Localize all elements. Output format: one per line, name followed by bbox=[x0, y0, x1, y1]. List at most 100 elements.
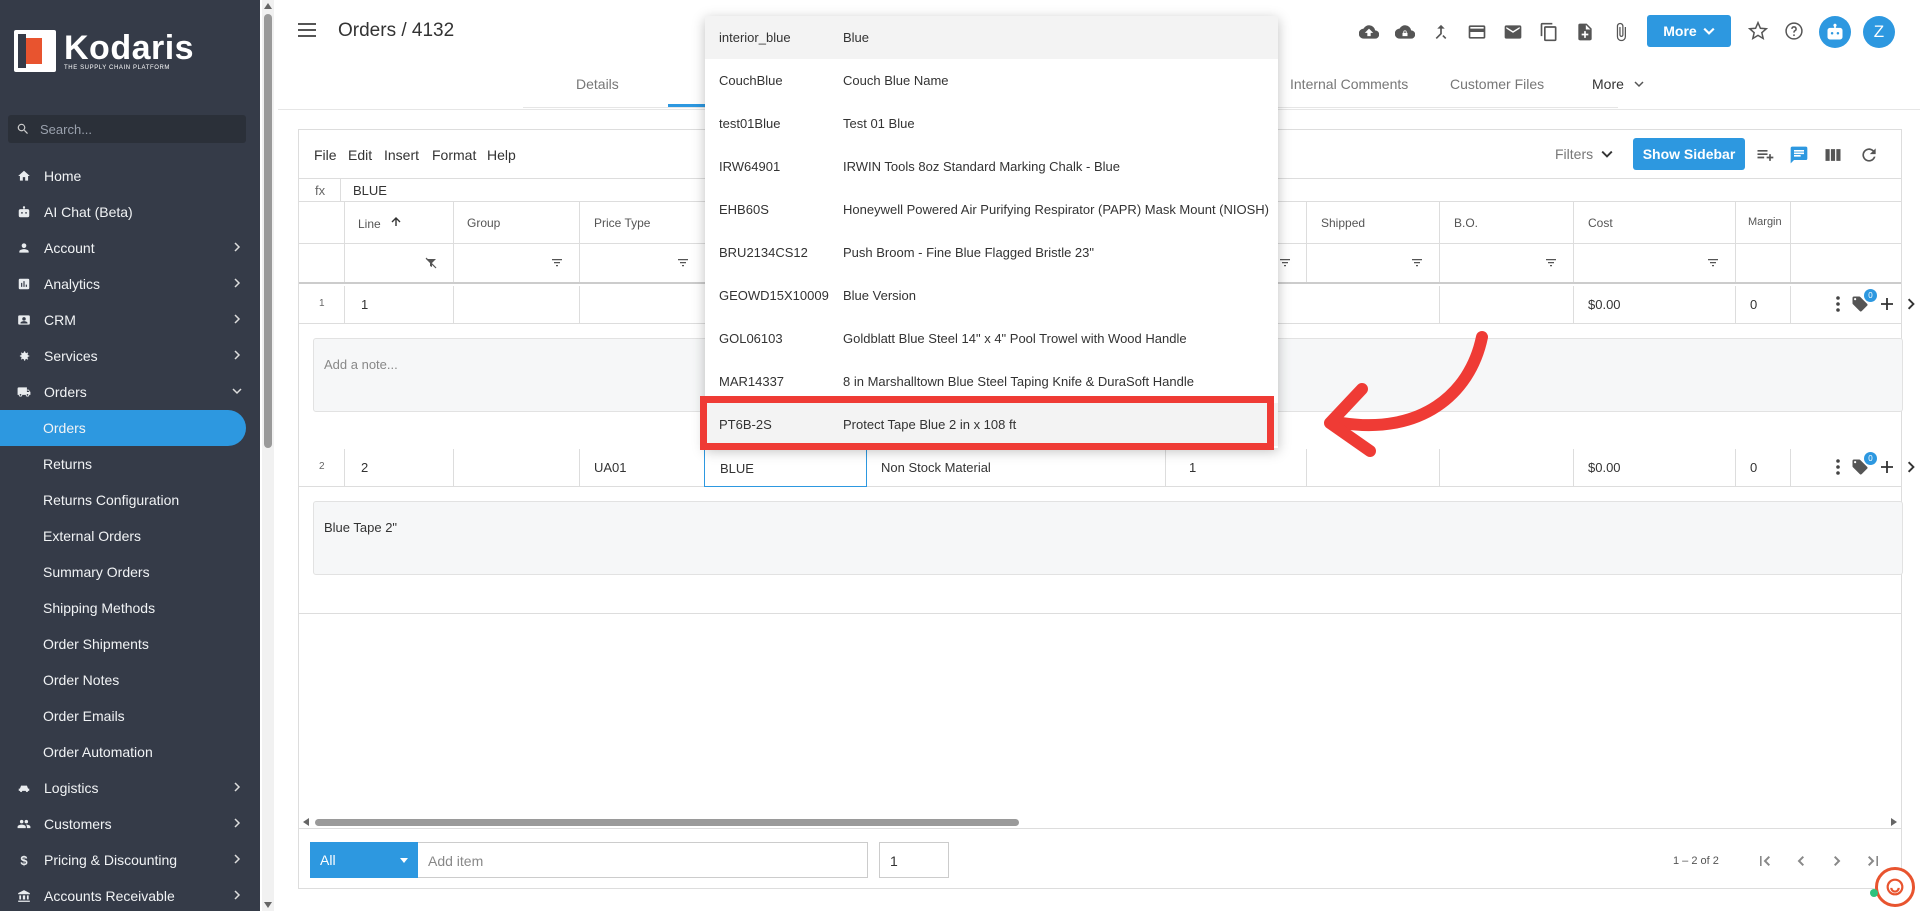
sidebar-item-account[interactable]: Account bbox=[0, 230, 260, 266]
new-document-icon[interactable] bbox=[1573, 20, 1596, 43]
scroll-right-arrow-icon[interactable] bbox=[1891, 818, 1897, 826]
menu-insert[interactable]: Insert bbox=[384, 147, 419, 163]
formula-value[interactable]: BLUE bbox=[353, 183, 387, 198]
sidebar-item-logistics[interactable]: Logistics bbox=[0, 770, 260, 806]
filter-icon[interactable] bbox=[1707, 257, 1719, 269]
tab-details[interactable]: Details bbox=[576, 76, 619, 92]
sidebar-item-home[interactable]: Home bbox=[0, 158, 260, 194]
dropdown-option[interactable]: interior_blue Blue bbox=[705, 16, 1278, 59]
tab-more[interactable]: More bbox=[1592, 76, 1644, 92]
sidebar-item-services[interactable]: Services bbox=[0, 338, 260, 374]
sidebar-item-accounts-receivable[interactable]: Accounts Receivable bbox=[0, 878, 260, 911]
more-actions-button[interactable]: More bbox=[1647, 15, 1731, 47]
support-chat-icon[interactable] bbox=[1875, 867, 1915, 907]
more-vertical-icon[interactable] bbox=[1835, 296, 1841, 312]
column-header-shipped[interactable]: Shipped bbox=[1321, 216, 1365, 230]
show-sidebar-button[interactable]: Show Sidebar bbox=[1633, 138, 1745, 170]
plus-icon[interactable] bbox=[1879, 296, 1895, 312]
row-note-input[interactable]: Blue Tape 2" bbox=[313, 501, 1903, 575]
filter-icon[interactable] bbox=[1545, 257, 1557, 269]
sidebar-subitem-order-notes[interactable]: Order Notes bbox=[0, 662, 260, 698]
scrollbar-thumb[interactable] bbox=[315, 819, 1019, 826]
filter-icon[interactable] bbox=[551, 257, 563, 269]
scroll-down-arrow-icon[interactable] bbox=[264, 902, 272, 908]
scrollbar-thumb[interactable] bbox=[264, 14, 272, 448]
chevron-right-icon[interactable] bbox=[1905, 298, 1917, 310]
sidebar-subitem-shipping-methods[interactable]: Shipping Methods bbox=[0, 590, 260, 626]
cell-line[interactable]: 2 bbox=[361, 460, 368, 475]
sidebar-subitem-returns[interactable]: Returns bbox=[0, 446, 260, 482]
dropdown-option[interactable]: GOL06103 Goldblatt Blue Steel 14" x 4" Po… bbox=[705, 317, 1278, 360]
cell-quantity[interactable]: 1 bbox=[1189, 460, 1196, 475]
sidebar-item-ai-chat[interactable]: AI Chat (Beta) bbox=[0, 194, 260, 230]
column-header-margin[interactable]: Margin bbox=[1748, 216, 1782, 228]
copy-icon[interactable] bbox=[1537, 20, 1560, 43]
scroll-up-arrow-icon[interactable] bbox=[264, 3, 272, 9]
add-item-input[interactable]: Add item bbox=[418, 842, 868, 878]
menu-file[interactable]: File bbox=[314, 147, 337, 163]
menu-edit[interactable]: Edit bbox=[348, 147, 372, 163]
cloud-upload-icon[interactable] bbox=[1357, 20, 1380, 43]
last-page-icon[interactable] bbox=[1865, 853, 1881, 869]
sidebar-subitem-external-orders[interactable]: External Orders bbox=[0, 518, 260, 554]
kodaris-logo[interactable]: Kodaris THE SUPPLY CHAIN PLATFORM bbox=[14, 30, 194, 72]
sidebar-subitem-order-shipments[interactable]: Order Shipments bbox=[0, 626, 260, 662]
filters-dropdown[interactable]: Filters bbox=[1555, 146, 1613, 162]
sidebar-subitem-returns-configuration[interactable]: Returns Configuration bbox=[0, 482, 260, 518]
plus-icon[interactable] bbox=[1879, 459, 1895, 475]
column-header-cost[interactable]: Cost bbox=[1588, 216, 1613, 230]
sidebar-subitem-orders[interactable]: Orders bbox=[0, 410, 246, 446]
merge-icon[interactable] bbox=[1429, 20, 1452, 43]
sidebar-item-orders[interactable]: Orders bbox=[0, 374, 260, 410]
email-icon[interactable] bbox=[1501, 20, 1524, 43]
dropdown-option[interactable]: IRW64901 IRWIN Tools 8oz Standard Marking… bbox=[705, 145, 1278, 188]
hamburger-menu-icon[interactable] bbox=[298, 23, 316, 37]
dropdown-option[interactable]: BRU2134CS12 Push Broom - Fine Blue Flagge… bbox=[705, 231, 1278, 274]
columns-icon[interactable] bbox=[1823, 145, 1843, 165]
sidebar-item-pricing-discounting[interactable]: $ Pricing & Discounting bbox=[0, 842, 260, 878]
previous-page-icon[interactable] bbox=[1793, 853, 1809, 869]
add-row-icon[interactable] bbox=[1755, 145, 1775, 165]
filter-icon[interactable] bbox=[677, 257, 689, 269]
scroll-left-arrow-icon[interactable] bbox=[303, 818, 309, 826]
sidebar-item-customers[interactable]: Customers bbox=[0, 806, 260, 842]
menu-format[interactable]: Format bbox=[432, 147, 476, 163]
comment-icon[interactable] bbox=[1789, 145, 1809, 165]
column-header-line[interactable]: Line bbox=[358, 216, 402, 231]
sidebar-item-crm[interactable]: CRM bbox=[0, 302, 260, 338]
cell-margin[interactable]: 0 bbox=[1750, 460, 1757, 475]
menu-help[interactable]: Help bbox=[487, 147, 516, 163]
more-vertical-icon[interactable] bbox=[1835, 459, 1841, 475]
help-icon[interactable] bbox=[1784, 21, 1804, 41]
sidebar-item-analytics[interactable]: Analytics bbox=[0, 266, 260, 302]
sidebar-subitem-summary-orders[interactable]: Summary Orders bbox=[0, 554, 260, 590]
add-item-quantity-input[interactable]: 1 bbox=[879, 842, 949, 878]
tab-customer-files[interactable]: Customer Files bbox=[1450, 76, 1544, 92]
horizontal-scrollbar[interactable] bbox=[299, 816, 1901, 828]
item-code-edit-input[interactable]: BLUE bbox=[704, 449, 867, 487]
dropdown-option[interactable]: GEOWD15X10009 Blue Version bbox=[705, 274, 1278, 317]
cell-cost[interactable]: $0.00 bbox=[1588, 460, 1621, 475]
credit-card-icon[interactable] bbox=[1465, 20, 1488, 43]
column-header-group[interactable]: Group bbox=[467, 216, 500, 230]
cloud-lock-icon[interactable] bbox=[1393, 20, 1416, 43]
filter-icon[interactable] bbox=[1411, 257, 1423, 269]
chevron-right-icon[interactable] bbox=[1905, 461, 1917, 473]
sidebar-subitem-order-automation[interactable]: Order Automation bbox=[0, 734, 260, 770]
star-icon[interactable] bbox=[1748, 21, 1768, 41]
tag-icon[interactable]: 0 bbox=[1851, 452, 1877, 476]
cell-margin[interactable]: 0 bbox=[1750, 297, 1757, 312]
cell-cost[interactable]: $0.00 bbox=[1588, 297, 1621, 312]
cell-description[interactable]: Non Stock Material bbox=[881, 460, 991, 475]
dropdown-option[interactable]: CouchBlue Couch Blue Name bbox=[705, 59, 1278, 102]
filter-icon[interactable] bbox=[1279, 257, 1291, 269]
item-type-select[interactable]: All bbox=[310, 842, 418, 878]
sidebar-scrollbar[interactable] bbox=[262, 0, 274, 911]
attachment-icon[interactable] bbox=[1609, 20, 1632, 43]
refresh-icon[interactable] bbox=[1859, 145, 1879, 165]
tab-internal-comments[interactable]: Internal Comments bbox=[1290, 76, 1408, 92]
sidebar-search-input[interactable]: Search... bbox=[8, 115, 246, 143]
clear-filter-icon[interactable] bbox=[425, 257, 437, 269]
column-header-backorder[interactable]: B.O. bbox=[1454, 216, 1478, 230]
tag-icon[interactable]: 0 bbox=[1851, 289, 1877, 313]
